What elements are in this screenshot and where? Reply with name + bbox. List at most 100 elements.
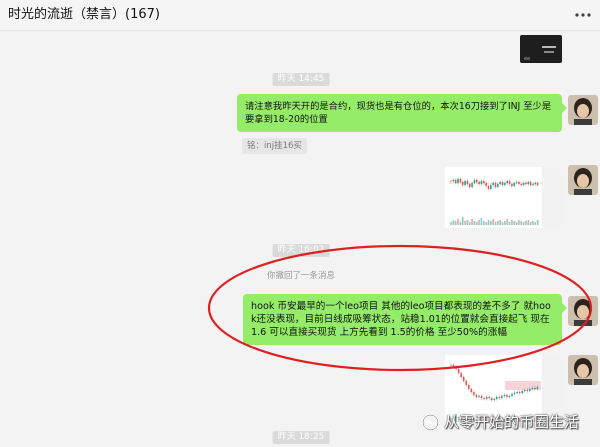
candle xyxy=(457,369,460,373)
candle xyxy=(529,182,532,185)
candle xyxy=(525,183,527,184)
candle xyxy=(473,180,476,183)
volume-bar xyxy=(513,221,516,225)
candle xyxy=(515,182,518,183)
candle xyxy=(527,182,530,184)
candle xyxy=(490,398,493,400)
candle xyxy=(526,390,529,391)
candle xyxy=(506,181,509,183)
volume-bar xyxy=(522,222,525,225)
avatar[interactable] xyxy=(568,95,598,125)
candle xyxy=(475,395,478,397)
candle xyxy=(460,373,462,377)
candle xyxy=(503,395,506,396)
candle xyxy=(475,180,478,182)
candle xyxy=(478,182,480,184)
candle xyxy=(471,183,473,187)
volume-bar xyxy=(534,222,537,225)
volume-bar xyxy=(473,221,476,225)
volume-bar xyxy=(492,219,494,225)
candle xyxy=(494,183,497,187)
volume-bar xyxy=(508,222,511,225)
candle xyxy=(485,183,487,186)
candle xyxy=(455,367,457,369)
candle xyxy=(482,181,485,183)
image-message-top[interactable] xyxy=(520,35,562,63)
chat-header: 时光的流逝（禁言）(167) xyxy=(0,0,600,31)
candle xyxy=(468,385,470,389)
volume-bar xyxy=(485,222,487,225)
candle xyxy=(534,183,537,184)
volume-bar xyxy=(497,221,499,225)
candle xyxy=(521,391,523,393)
volume-bar xyxy=(511,220,513,225)
candle xyxy=(495,397,498,399)
avatar[interactable] xyxy=(568,165,598,195)
quoted-message[interactable]: 铭：inj挂16买 xyxy=(242,138,307,154)
candle xyxy=(511,394,513,396)
more-icon[interactable] xyxy=(574,8,592,22)
chat-window: 时光的流逝（禁言）(167) 昨天 14:45 请注意我昨天开的是合约，现货也是… xyxy=(0,0,600,447)
candle xyxy=(485,397,488,399)
candle xyxy=(508,181,511,184)
watermark-text: 从零开始的币圈生活 xyxy=(444,413,580,431)
volume-bar xyxy=(494,222,497,225)
candle xyxy=(506,395,508,397)
volume-bar xyxy=(450,222,452,225)
timestamp: 昨天 16:02 xyxy=(272,244,330,257)
candle xyxy=(523,390,526,391)
candle xyxy=(536,387,539,389)
candle xyxy=(520,184,523,185)
candle xyxy=(464,181,466,185)
candle xyxy=(466,181,469,184)
chart-image-inj[interactable] xyxy=(445,167,562,228)
message-bubble-inj[interactable]: 请注意我昨天开的是合约，现货也是有仓位的，本次16刀接到了INJ 至少是要拿到1… xyxy=(237,94,567,132)
candle xyxy=(516,392,518,393)
candle xyxy=(459,179,462,182)
volume-bar xyxy=(532,221,534,225)
volume-bar xyxy=(468,222,471,225)
candle xyxy=(498,397,501,398)
volume-bar xyxy=(459,222,462,225)
candle xyxy=(473,392,475,395)
candle xyxy=(513,183,516,186)
candle xyxy=(478,396,480,397)
avatar[interactable] xyxy=(568,355,598,385)
candle xyxy=(501,182,504,185)
candle xyxy=(470,389,473,392)
volume-bar xyxy=(454,221,457,225)
volume-bar xyxy=(520,221,523,225)
candle xyxy=(480,181,483,184)
volume-bar xyxy=(471,219,473,225)
recall-notice: 你撤回了一条消息 xyxy=(266,271,336,281)
candle xyxy=(490,185,492,189)
wechat-channel-icon xyxy=(422,414,439,431)
candle xyxy=(532,184,534,185)
candle xyxy=(492,183,494,185)
chat-title: 时光的流逝（禁言）(167) xyxy=(8,7,160,22)
volume-bar xyxy=(499,220,501,225)
candle xyxy=(462,377,465,381)
volume-bar xyxy=(457,219,459,225)
volume-bar xyxy=(515,222,518,225)
candle xyxy=(483,398,485,399)
candle xyxy=(513,393,516,394)
avatar[interactable] xyxy=(568,296,598,326)
volume-bar xyxy=(475,222,478,225)
candle xyxy=(450,365,452,366)
volume-bar xyxy=(529,222,532,225)
candle xyxy=(508,396,511,397)
volume-bar xyxy=(482,221,485,225)
candle xyxy=(457,179,459,183)
volume-bar xyxy=(487,220,490,225)
candle xyxy=(504,183,506,185)
timestamp: 昨天 18:25 xyxy=(272,431,330,444)
volume-bar xyxy=(536,220,539,225)
volume-bar xyxy=(466,220,469,225)
message-bubble-hook[interactable]: hook 币安最早的一个leo项目 其他的leo项目都表现的差不多了 就hook… xyxy=(243,294,567,345)
volume-bar xyxy=(464,221,466,225)
candle xyxy=(461,182,464,185)
candle xyxy=(529,389,531,391)
candle xyxy=(487,186,490,189)
volume-bar xyxy=(518,220,520,225)
